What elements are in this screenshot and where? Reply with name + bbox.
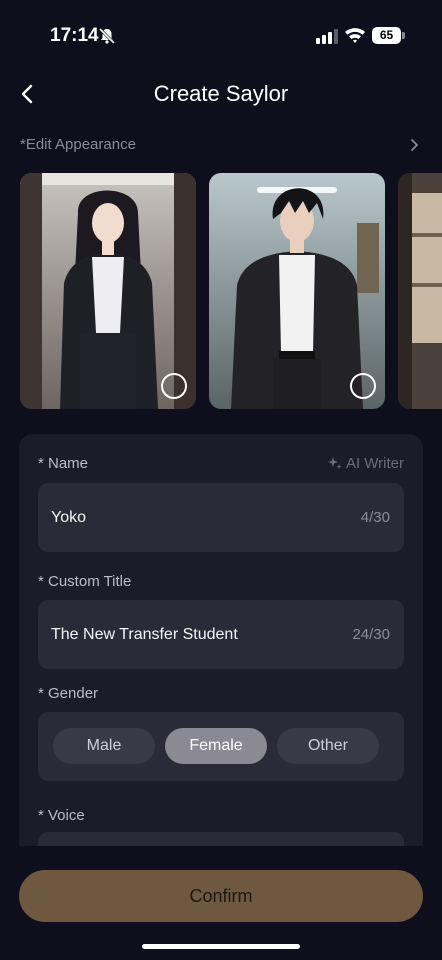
appearance-option-2[interactable] xyxy=(209,173,385,409)
gender-option-female[interactable]: Female xyxy=(165,728,267,764)
home-indicator[interactable] xyxy=(142,944,300,949)
voice-label: * Voice xyxy=(38,807,85,824)
status-time: 17:14 xyxy=(50,25,99,46)
voice-selector[interactable] xyxy=(38,832,404,846)
chevron-left-icon xyxy=(21,84,33,104)
appearance-option-3[interactable] xyxy=(398,173,442,409)
name-label: * Name xyxy=(38,455,89,472)
name-input[interactable]: Yoko 4/30 xyxy=(38,483,404,552)
custom-title-input-value: The New Transfer Student xyxy=(51,626,238,643)
custom-title-input[interactable]: The New Transfer Student 24/30 xyxy=(38,600,404,669)
edit-appearance-label: *Edit Appearance xyxy=(20,136,136,153)
wifi-icon xyxy=(344,26,366,44)
sparkle-icon xyxy=(327,457,342,470)
appearance-radio-1[interactable] xyxy=(161,373,187,399)
gender-option-other[interactable]: Other xyxy=(277,728,379,764)
edit-appearance-row[interactable]: *Edit Appearance xyxy=(20,134,422,156)
name-input-value: Yoko xyxy=(51,509,86,526)
name-char-count: 4/30 xyxy=(360,509,390,526)
gender-selector: Male Female Other xyxy=(38,712,404,781)
ai-writer-label: AI Writer xyxy=(345,455,404,472)
appearance-carousel[interactable] xyxy=(20,173,442,409)
bell-slash-icon xyxy=(98,27,116,45)
status-bar: 17:14 65 xyxy=(0,0,442,70)
chevron-right-icon xyxy=(411,139,418,151)
character-portrait-3 xyxy=(398,173,442,409)
gender-label: * Gender xyxy=(38,685,99,702)
gender-option-male[interactable]: Male xyxy=(53,728,155,764)
appearance-radio-2[interactable] xyxy=(350,373,376,399)
cellular-signal-icon xyxy=(316,28,338,44)
custom-title-char-count: 24/30 xyxy=(352,626,390,643)
character-form: * Name AI Writer Yoko 4/30 * Custom Titl… xyxy=(19,434,423,846)
ai-writer-button[interactable]: AI Writer xyxy=(327,455,404,472)
page-title: Create Saylor xyxy=(153,81,289,106)
appearance-option-1[interactable] xyxy=(20,173,196,409)
back-button[interactable] xyxy=(14,80,42,108)
battery-icon: 65 xyxy=(372,27,405,44)
custom-title-label: * Custom Title xyxy=(38,573,132,590)
confirm-button[interactable]: Confirm xyxy=(19,870,423,922)
battery-level: 65 xyxy=(372,27,401,44)
